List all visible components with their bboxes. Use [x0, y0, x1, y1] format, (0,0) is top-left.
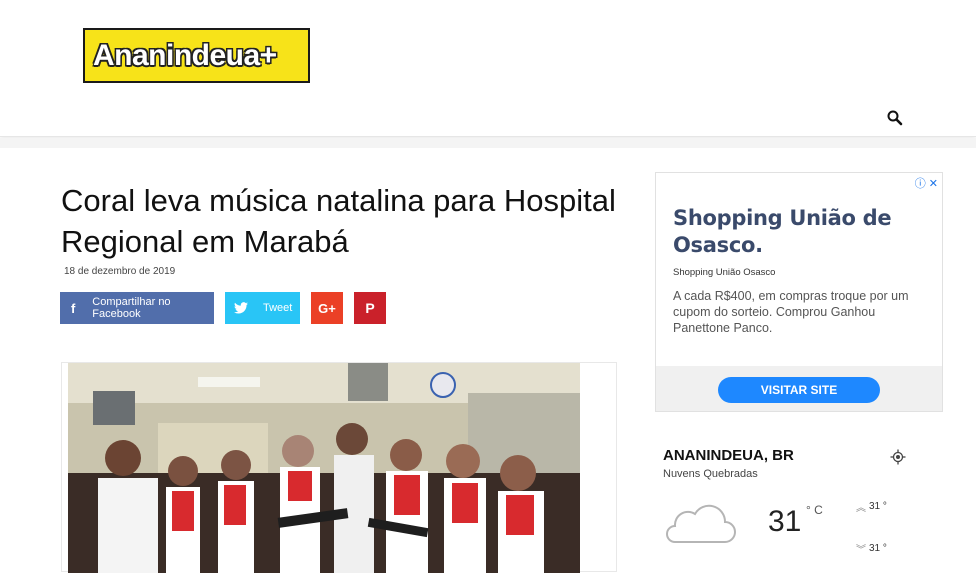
- weather-high: ︽ 31 °: [856, 499, 887, 514]
- twitter-icon: [225, 292, 257, 324]
- choir-photo-icon: [68, 363, 580, 573]
- article-image[interactable]: [68, 363, 580, 573]
- facebook-icon: f: [70, 300, 76, 316]
- location-icon[interactable]: [890, 449, 906, 465]
- weather-low-value: 31 °: [869, 543, 887, 554]
- weather-description: Nuvens Quebradas: [663, 468, 758, 480]
- logo-text: Ananindeua+: [93, 38, 277, 72]
- site-logo[interactable]: Ananindeua+: [83, 28, 310, 83]
- ad-body: A cada R$400, em compras troque por um c…: [673, 289, 909, 335]
- weather-low: ︾ 31 °: [856, 541, 887, 556]
- share-googleplus-button[interactable]: G+: [311, 292, 343, 324]
- weather-temperature: 31: [768, 505, 802, 538]
- weather-city: ANANINDEUA, BR: [663, 447, 794, 464]
- arrow-up-icon: ︽: [856, 503, 866, 514]
- ad-info-close-icon[interactable]: ⓘ ✕: [915, 175, 938, 191]
- share-facebook-label: Compartilhar no Facebook: [92, 296, 171, 320]
- search-icon[interactable]: [886, 109, 904, 127]
- ad-title[interactable]: Shopping União de Osasco.: [673, 205, 933, 259]
- site-header: Ananindeua+: [0, 0, 976, 137]
- share-twitter-label: Tweet: [263, 302, 293, 314]
- header-divider: [0, 138, 976, 148]
- googleplus-icon: G+: [318, 300, 336, 316]
- article-date: 18 de dezembro de 2019: [64, 266, 176, 277]
- weather-high-value: 31 °: [869, 501, 887, 512]
- share-twitter-button[interactable]: Tweet: [225, 292, 300, 324]
- share-pinterest-button[interactable]: P: [354, 292, 386, 324]
- ad-banner[interactable]: ⓘ ✕ Shopping União de Osasco. Shopping U…: [655, 172, 943, 412]
- pinterest-icon: P: [365, 300, 375, 316]
- share-facebook-button[interactable]: f Compartilhar no Facebook: [60, 292, 214, 324]
- article-title: Coral leva música natalina para Hospital…: [61, 183, 616, 259]
- cloud-icon: [666, 504, 736, 543]
- weather-unit: ° C: [806, 503, 823, 517]
- ad-visit-site-button[interactable]: VISITAR SITE: [718, 377, 880, 403]
- ad-brand: Shopping União Osasco: [673, 267, 776, 278]
- arrow-down-icon: ︾: [856, 545, 866, 556]
